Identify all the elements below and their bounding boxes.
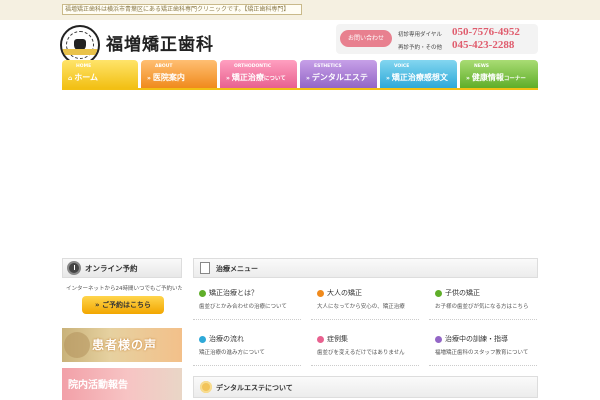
reserve-button-label: ご予約はこちら	[101, 301, 151, 309]
dental-esthetics-title[interactable]: デンタルエステについて	[216, 383, 293, 393]
treatment-item-title: 大人の矯正	[327, 289, 362, 297]
treatment-item-desc: 矯正治療の進み方について	[199, 350, 265, 356]
activity-report-banner-label: 院内活動報告	[68, 380, 128, 391]
site-tagline: 福増矯正歯科は横浜市青葉区にある矯正歯科専門クリニックです。【矯正歯科専門】	[62, 4, 302, 15]
nav-orthodontic-suffix: について	[263, 76, 286, 82]
treatment-item-title: 矯正治療とは？	[209, 289, 258, 297]
clinic-logo-emblem[interactable]	[60, 25, 100, 65]
revisit-phone[interactable]: 045-423-2288	[452, 39, 514, 51]
treatment-item[interactable]: 矯正治療とは？ 歯並びとかみ合わせの治療について	[193, 284, 301, 320]
treatment-item-desc: お子様の歯並びが気になる方はこちら	[435, 304, 529, 310]
treatment-menu-grid: 矯正治療とは？ 歯並びとかみ合わせの治療について 大人の矯正 大人になってから安…	[193, 284, 538, 368]
patient-voice-banner-label: 患者様の声	[92, 338, 158, 352]
nav-voice-label: 矯正治療感想文	[391, 73, 448, 82]
chevron-right-icon: »	[306, 75, 310, 82]
revisit-label: 再診予約・その他	[398, 45, 443, 51]
treatment-item[interactable]: 治療中の訓練・指導 福増矯正歯科のスタッフ教育について	[429, 330, 537, 366]
nav-home-en: HOME	[76, 64, 92, 69]
home-icon: ⌂	[68, 75, 73, 82]
treatment-item-desc: 福増矯正歯科のスタッフ教育について	[435, 350, 529, 356]
contact-button[interactable]: お問い合わせ	[340, 30, 392, 47]
treatment-item-title: 症例集	[327, 335, 348, 343]
treatment-item[interactable]: 症例集 歯並びを変えるだけではありません	[311, 330, 419, 366]
dental-esthetics-header: デンタルエステについて	[193, 376, 538, 398]
nav-about-en: ABOUT	[155, 64, 173, 69]
nav-orthodontic-en: ORTHODONTIC	[234, 64, 272, 69]
chevron-right-icon: »	[226, 75, 230, 82]
bullet-icon	[199, 336, 206, 343]
document-icon	[200, 262, 210, 274]
contact-box: お問い合わせ 初診専用ダイヤル 050-7576-4952 再診予約・その他 0…	[336, 24, 538, 54]
activity-report-banner[interactable]: 院内活動報告	[62, 368, 182, 400]
treatment-item[interactable]: 子供の矯正 お子様の歯並びが気になる方はこちら	[429, 284, 537, 320]
nav-home[interactable]: HOME ⌂ ホーム	[62, 60, 138, 88]
nav-esthetics[interactable]: ESTHETICS » デンタルエステ	[300, 60, 377, 88]
chevron-right-icon: »	[386, 75, 390, 82]
chevron-right-icon: »	[95, 301, 102, 309]
bullet-icon	[435, 290, 442, 297]
treatment-item[interactable]: 治療の流れ 矯正治療の進み方について	[193, 330, 301, 366]
online-reserve-title: オンライン予約	[85, 264, 138, 273]
nav-underline	[62, 88, 538, 90]
bullet-icon	[317, 336, 324, 343]
chevron-right-icon: »	[147, 75, 151, 82]
bullet-icon	[317, 290, 324, 297]
bullet-icon	[435, 336, 442, 343]
flower-icon	[200, 381, 212, 393]
treatment-item-desc: 歯並びを変えるだけではありません	[317, 350, 405, 356]
nav-voice-en: VOICE	[394, 64, 410, 69]
treatment-item-title: 治療の流れ	[209, 335, 244, 343]
nav-voice[interactable]: VOICE » 矯正治療感想文	[380, 60, 457, 88]
treatment-menu-title: 治療メニュー	[216, 265, 258, 273]
nav-esthetics-label: デンタルエステ	[311, 73, 368, 82]
nav-about[interactable]: ABOUT » 医院案内	[141, 60, 217, 88]
treatment-item[interactable]: 大人の矯正 大人になってから安心の、矯正治療	[311, 284, 419, 320]
nav-orthodontic-label: 矯正治療	[231, 73, 264, 82]
clinic-logo-title[interactable]: 福増矯正歯科	[106, 30, 214, 55]
online-reserve-header: オンライン予約	[62, 258, 182, 278]
nav-news-suffix: コーナー	[503, 76, 526, 82]
first-visit-phone[interactable]: 050-7576-4952	[452, 26, 520, 38]
chevron-right-icon: »	[466, 75, 470, 82]
first-visit-label: 初診専用ダイヤル	[398, 32, 442, 38]
banner-photo	[64, 332, 90, 358]
nav-news-en: NEWS	[474, 64, 490, 69]
clock-icon	[67, 261, 81, 275]
reserve-button[interactable]: » ご予約はこちら	[82, 296, 164, 314]
nav-home-label: ホーム	[74, 73, 99, 82]
nav-esthetics-en: ESTHETICS	[314, 64, 342, 69]
nav-about-label: 医院案内	[152, 73, 185, 82]
treatment-item-desc: 大人になってから安心の、矯正治療	[317, 304, 405, 310]
bullet-icon	[199, 290, 206, 297]
treatment-item-title: 子供の矯正	[445, 289, 480, 297]
patient-voice-banner[interactable]: 患者様の声	[62, 328, 182, 362]
top-bar: 福増矯正歯科は横浜市青葉区にある矯正歯科専門クリニックです。【矯正歯科専門】	[0, 0, 600, 20]
treatment-item-title: 治療中の訓練・指導	[445, 335, 508, 343]
nav-news[interactable]: NEWS » 健康情報コーナー	[460, 60, 538, 88]
nav-news-label: 健康情報	[471, 73, 504, 82]
online-reserve-text: インターネットから24時間いつでもご予約いただけます。	[66, 286, 182, 292]
nav-orthodontic[interactable]: ORTHODONTIC » 矯正治療について	[220, 60, 297, 88]
treatment-item-desc: 歯並びとかみ合わせの治療について	[199, 304, 287, 310]
treatment-menu-header: 治療メニュー	[193, 258, 538, 278]
